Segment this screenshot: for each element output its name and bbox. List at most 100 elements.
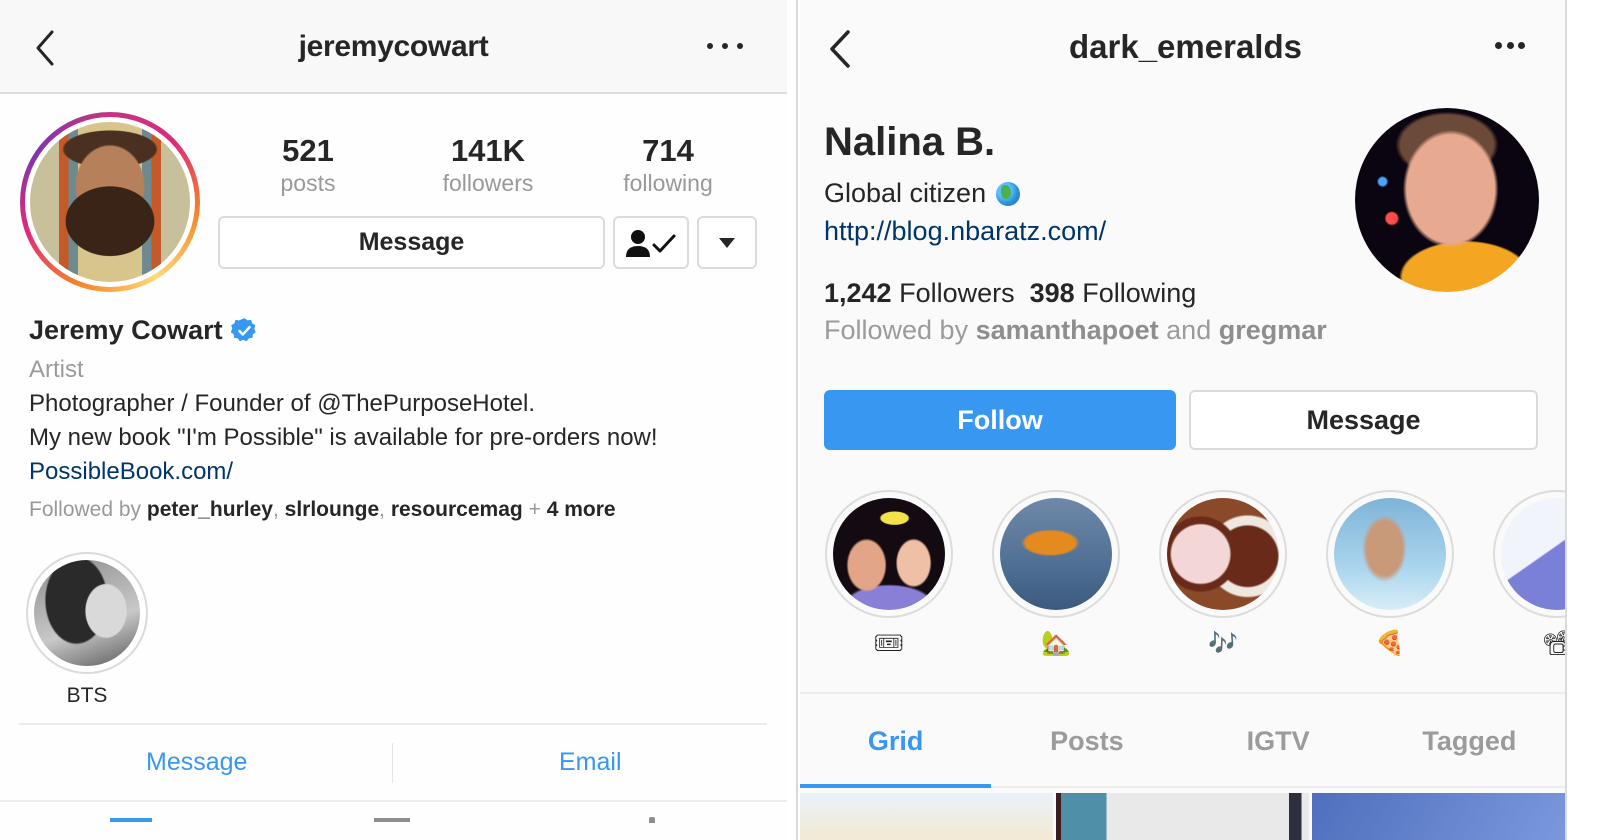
tagged-tab-icon[interactable]: [649, 817, 655, 823]
followers-count: 1,242: [824, 278, 892, 308]
highlight-ring: [1326, 490, 1454, 618]
tab-posts[interactable]: Posts: [991, 694, 1182, 788]
highlight-ring: [26, 552, 148, 674]
plus-sign: +: [528, 498, 547, 521]
stat-value: 141K: [450, 133, 526, 168]
followed-by-user[interactable]: gregmar: [1219, 315, 1327, 345]
story-highlight[interactable]: 🏡: [992, 490, 1120, 658]
tab-tagged[interactable]: Tagged: [1374, 694, 1565, 788]
grid-view-tab-icon[interactable]: [110, 818, 152, 822]
grid-post-thumbnail[interactable]: [800, 793, 1053, 840]
story-highlight[interactable]: 🍕: [1326, 490, 1454, 658]
message-button[interactable]: Message: [218, 216, 605, 269]
admit-one-ticket-icon: 🎟: [873, 629, 905, 657]
profile-category: Artist: [29, 356, 84, 383]
avatar-inner: [25, 117, 195, 287]
tab-igtv[interactable]: IGTV: [1183, 694, 1374, 788]
contact-message-button[interactable]: Message: [0, 725, 394, 800]
divider: [991, 786, 1565, 788]
followed-by-prefix: Followed by: [824, 315, 969, 345]
following-label: Following: [1082, 278, 1197, 308]
divider: [0, 800, 787, 802]
more-dot: [722, 43, 728, 49]
followers-label: Followers: [899, 278, 1015, 308]
followed-by-user[interactable]: peter_hurley: [147, 498, 273, 521]
contact-email-button[interactable]: Email: [394, 725, 788, 800]
more-options-button[interactable]: [707, 36, 743, 56]
profile-avatar: [30, 122, 190, 282]
followed-by-prefix: Followed by: [29, 498, 142, 521]
globe-icon: [996, 181, 1021, 206]
highlight-ring: [992, 490, 1120, 618]
profile-bio: Jeremy Cowart Artist Photographer / Foun…: [29, 310, 769, 527]
left-profile-panel: jeremycowart 521 posts 141K followers 71…: [0, 0, 787, 840]
highlight-cover: [833, 498, 945, 610]
followed-by[interactable]: Followed by peter_hurley, slrlounge, res…: [29, 493, 769, 527]
active-tab-indicator: [800, 784, 991, 788]
following-count: 398: [1029, 278, 1075, 308]
pizza-icon: 🍕: [1375, 629, 1405, 657]
panel-divider: [796, 0, 798, 840]
following-button[interactable]: [613, 216, 689, 269]
list-view-tab-icon[interactable]: [374, 818, 410, 822]
story-highlight[interactable]: 🎟: [825, 490, 953, 658]
profile-website-link[interactable]: http://blog.nbaratz.com/: [824, 216, 1106, 247]
tab-grid[interactable]: Grid: [800, 694, 991, 788]
bio-line: Photographer / Founder of @ThePurposeHot…: [29, 390, 535, 417]
highlight-cover: [34, 560, 140, 666]
message-button[interactable]: Message: [1189, 390, 1538, 450]
followed-by-user[interactable]: samanthapoet: [976, 315, 1159, 345]
bio-text: Global citizen: [824, 178, 987, 208]
profile-tabs: Grid Posts IGTV Tagged: [800, 694, 1565, 788]
more-dot: [1506, 41, 1514, 49]
highlight-cover: [1334, 498, 1446, 610]
highlight-ring: [1493, 490, 1565, 618]
stat-label: followers: [442, 170, 534, 196]
music-notes-icon: 🎶: [1208, 629, 1238, 657]
person-check-icon: [626, 229, 676, 257]
followed-by-conj: and: [1166, 315, 1212, 345]
highlight-cover: [1000, 498, 1112, 610]
profile-stats: 521 posts 141K followers 714 following: [218, 132, 758, 196]
followed-by[interactable]: Followed by samanthapoet and gregmar: [824, 315, 1327, 346]
following-count-link[interactable]: 398 Following: [1030, 278, 1197, 308]
grid-post-thumbnail[interactable]: [1056, 793, 1309, 840]
left-nav-bar: jeremycowart: [0, 0, 787, 94]
followed-by-more[interactable]: 4 more: [547, 498, 616, 521]
stat-following[interactable]: 714 following: [578, 132, 758, 196]
comma: ,: [379, 498, 391, 521]
followed-by-user[interactable]: slrlounge: [285, 498, 380, 521]
more-dots-icon: [1495, 41, 1502, 49]
profile-avatar-story-ring[interactable]: [20, 112, 200, 292]
right-profile-panel: dark_emeralds Nalina B. Global citizen h…: [800, 0, 1565, 840]
grid-post-thumbnail[interactable]: [1312, 793, 1565, 840]
stat-value: 521: [282, 133, 334, 168]
stat-label: posts: [280, 170, 336, 196]
followed-by-user[interactable]: resourcemag: [391, 498, 523, 521]
story-highlight[interactable]: 📽: [1493, 490, 1565, 658]
more-dots-icon: [707, 43, 713, 49]
stat-followers[interactable]: 141K followers: [398, 132, 578, 196]
profile-full-name: Nalina B.: [824, 120, 996, 164]
stat-label: following: [623, 170, 713, 196]
highlight-ring: [825, 490, 953, 618]
name-row: Jeremy Cowart: [29, 310, 769, 350]
followers-count-link[interactable]: 1,242 Followers: [824, 278, 1015, 308]
stat-value: 714: [642, 133, 694, 168]
profile-website-link[interactable]: PossibleBook.com/: [29, 455, 769, 489]
story-highlight[interactable]: BTS: [26, 552, 148, 708]
profile-avatar[interactable]: [1355, 108, 1539, 292]
post-grid: [800, 793, 1565, 840]
highlight-cover: [1501, 498, 1565, 610]
highlight-ring: [1159, 490, 1287, 618]
suggested-accounts-dropdown[interactable]: [697, 216, 757, 269]
divider: [392, 743, 393, 783]
highlight-label: BTS: [66, 684, 108, 707]
follow-button[interactable]: Follow: [824, 390, 1176, 450]
stat-posts[interactable]: 521 posts: [218, 132, 398, 196]
profile-full-name: Jeremy Cowart: [29, 314, 223, 345]
panel-edge: [1565, 0, 1567, 840]
story-highlight[interactable]: 🎶: [1159, 490, 1287, 658]
more-options-button[interactable]: [1495, 40, 1525, 50]
contact-bar: Message Email: [0, 725, 787, 800]
